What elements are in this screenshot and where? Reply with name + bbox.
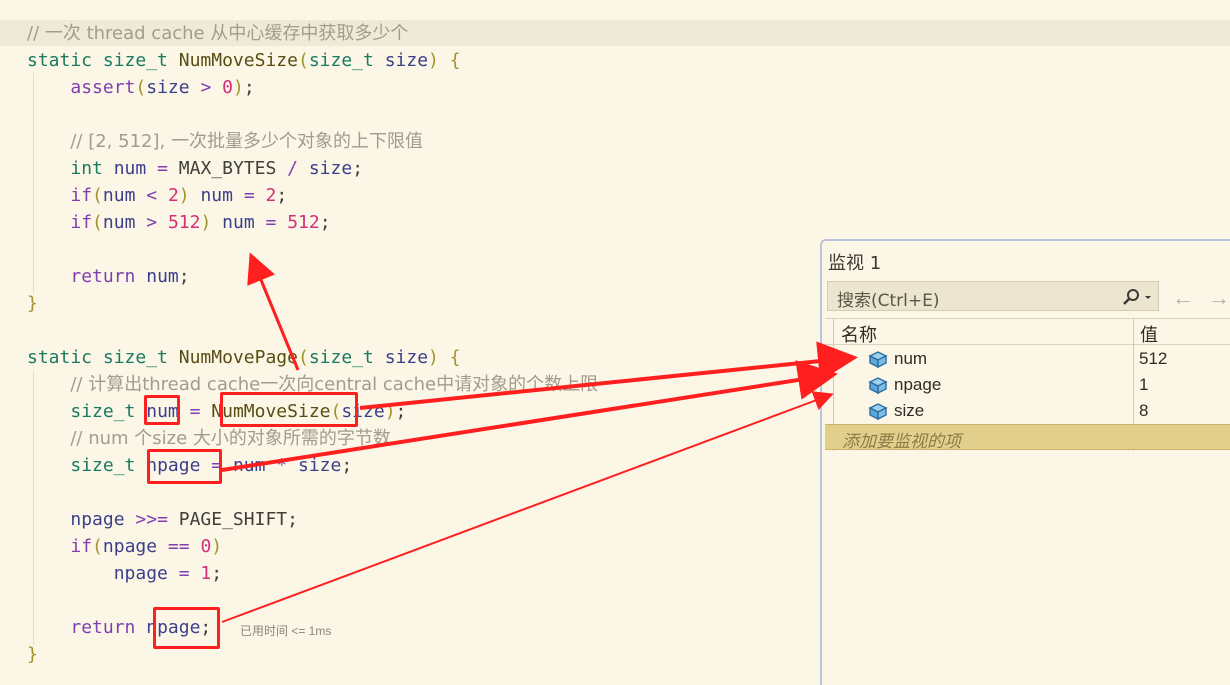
annotation-arrows — [221, 252, 858, 623]
arrow-to-watch-size — [221, 391, 834, 623]
arrow-to-return-num — [247, 252, 300, 371]
